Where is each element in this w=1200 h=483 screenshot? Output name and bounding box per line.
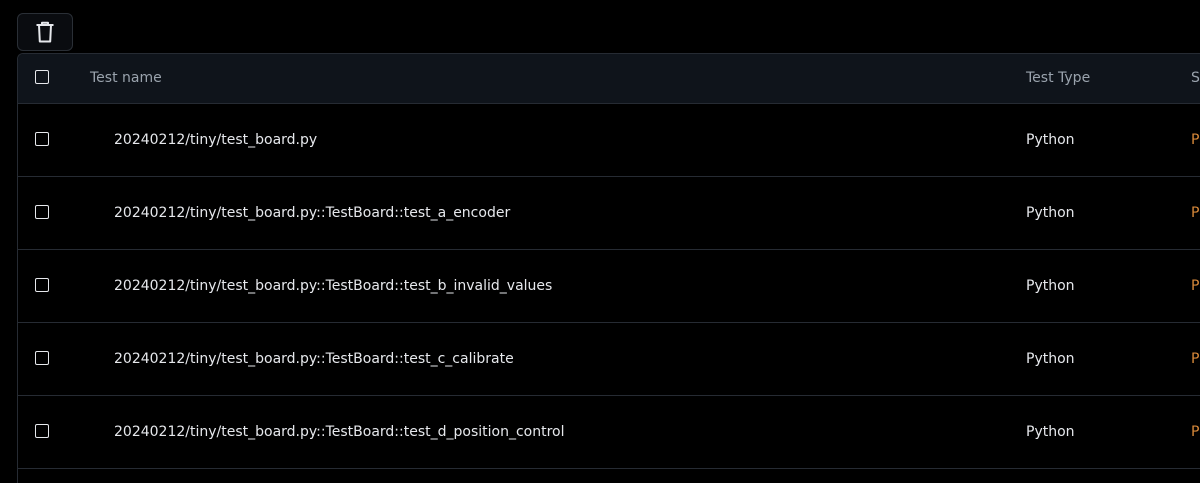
status-cell: P xyxy=(1191,132,1200,148)
select-all-checkbox[interactable] xyxy=(35,70,49,84)
table-header: Test name Test Type St xyxy=(18,54,1200,104)
row-checkbox[interactable] xyxy=(35,351,49,365)
row-checkbox[interactable] xyxy=(35,205,49,219)
table-row[interactable]: 20240212/tiny/test_board.py::TestBoard::… xyxy=(18,250,1200,323)
table-row[interactable]: 20240212/tiny/test_board.py::TestBoard::… xyxy=(18,323,1200,396)
status-cell: P xyxy=(1191,351,1200,367)
test-name-cell: 20240212/tiny/test_board.py::TestBoard::… xyxy=(114,351,514,367)
test-type-cell: Python xyxy=(1026,278,1075,294)
trash-icon xyxy=(35,21,55,43)
test-name-cell: 20240212/tiny/test_board.py::TestBoard::… xyxy=(114,278,553,294)
delete-button[interactable] xyxy=(17,13,73,51)
table-row[interactable]: 20240212/tiny/test_board.py::TestBoard::… xyxy=(18,396,1200,469)
test-name-cell: 20240212/tiny/test_board.py::TestBoard::… xyxy=(114,205,511,221)
column-header-status[interactable]: St xyxy=(1191,54,1200,103)
status-cell: P xyxy=(1191,278,1200,294)
row-checkbox[interactable] xyxy=(35,132,49,146)
status-cell: P xyxy=(1191,205,1200,221)
table-row[interactable]: 20240212/tiny/test_board.py::TestBoard::… xyxy=(18,177,1200,250)
test-name-cell: 20240212/tiny/test_board.py::TestBoard::… xyxy=(114,424,565,440)
row-checkbox[interactable] xyxy=(35,424,49,438)
tests-table: Test name Test Type St 20240212/tiny/tes… xyxy=(17,53,1200,483)
column-header-test-type[interactable]: Test Type xyxy=(1026,54,1090,103)
test-type-cell: Python xyxy=(1026,351,1075,367)
table-row[interactable]: 20240212/tiny/test_board.py Python P xyxy=(18,104,1200,177)
row-checkbox[interactable] xyxy=(35,278,49,292)
status-cell: P xyxy=(1191,424,1200,440)
column-header-test-name[interactable]: Test name xyxy=(90,54,162,103)
test-name-cell: 20240212/tiny/test_board.py xyxy=(114,132,318,148)
test-type-cell: Python xyxy=(1026,424,1075,440)
test-type-cell: Python xyxy=(1026,132,1075,148)
test-type-cell: Python xyxy=(1026,205,1075,221)
